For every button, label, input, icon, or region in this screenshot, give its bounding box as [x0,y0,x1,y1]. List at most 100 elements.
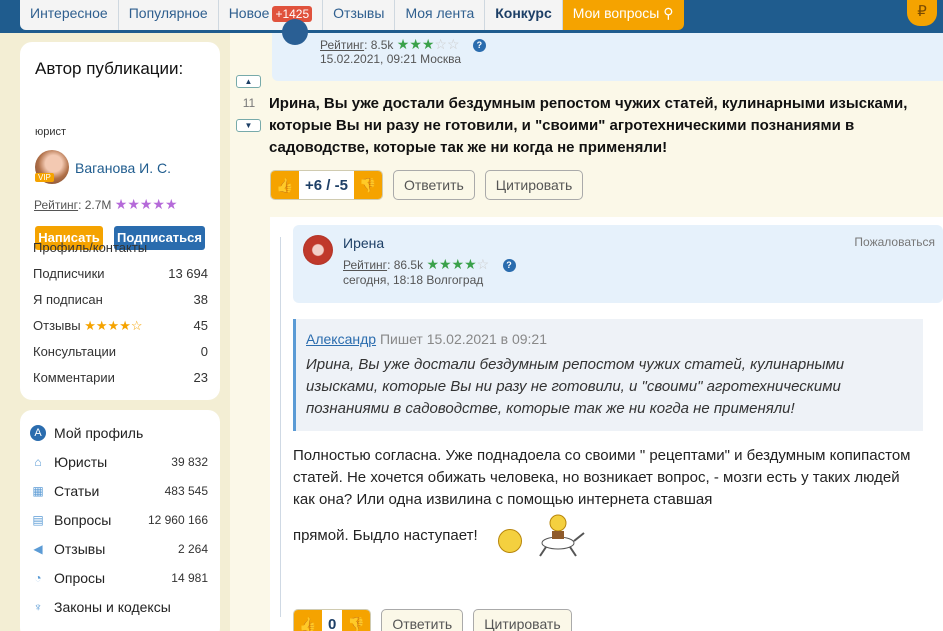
stat-value: 38 [193,292,208,307]
sidebar-item-reviews[interactable]: ◀ Отзывы 2 264 [30,538,208,560]
quote-button[interactable]: Цитировать [484,170,584,200]
horse-rider-emoticon-icon [539,514,585,557]
stat-value: 0 [200,344,208,359]
vote-down-arrow[interactable]: ▼ [236,119,261,132]
sidebar-item-label: Вопросы [54,512,112,528]
reply-button[interactable]: Ответить [381,609,464,631]
top-navigation-bar: Интересное Популярное Новое +1425 Отзывы … [0,0,943,33]
prev-rating: Рейтинг: 8.5k ★★★☆☆ ? [320,36,486,53]
avatar[interactable] [282,19,308,45]
author-rating: Рейтинг: 2.7M ★★★★★ [34,196,178,213]
sidebar-item-count: 14 981 [171,571,208,585]
sidebar-item-count: 39 832 [171,455,208,469]
author-card: Автор публикации: юрист VIP Ваганова И. … [20,42,220,400]
comments-area: Рейтинг: 8.5k ★★★☆☆ ? 15.02.2021, 09:21 … [230,19,943,631]
stat-value: 13 694 [168,266,208,281]
stat-subscribers[interactable]: Подписчики 13 694 [33,266,208,281]
stat-value: 23 [193,370,208,385]
tab-my-feed[interactable]: Моя лента [395,0,486,30]
sidebar-item-laws[interactable]: ♆ Законы и кодексы [30,596,208,618]
stat-comments[interactable]: Комментарии 23 [33,370,208,385]
help-icon[interactable]: ? [502,259,516,273]
prev-date-location: 15.02.2021, 09:21 Москва [320,52,462,66]
sidebar-item-label: Отзывы [54,541,106,557]
stat-label: Консультации [33,344,117,359]
tab-new-label: Новое [228,5,270,21]
rating-stars-empty: ☆ [476,256,490,272]
stat-label: Подписчики [33,266,105,281]
author-role: юрист [35,126,67,138]
questions-icon: ▤ [32,513,44,527]
stat-value: 45 [193,318,208,333]
sidebar-item-articles[interactable]: ▦ Статьи 483 545 [30,480,208,502]
lawyer-icon: ⌂ [34,455,42,469]
profile-icon: A [30,425,46,441]
quote-author-link[interactable]: Александр [306,331,376,347]
stat-reviews[interactable]: Отзывы ★★★★☆ 45 [33,318,208,334]
sidebar-item-polls[interactable]: ◔ Опросы 14 981 [30,567,208,589]
rating-stars: ★★★★★ [114,196,178,212]
reply-header: Ирена Пожаловаться Рейтинг: 86.5k ★★★★☆ … [293,225,943,303]
quote-meta: Пишет 15.02.2021 в 09:21 [376,331,548,347]
rating-link[interactable]: Рейтинг [34,198,78,212]
tab-my-questions-label: Мои вопросы [572,5,660,21]
tab-reviews[interactable]: Отзывы [323,0,396,30]
rating-link[interactable]: Рейтинг [343,258,387,272]
vip-badge: VIP [35,173,54,182]
coin-icon[interactable]: ₽ [907,0,937,26]
profile-contacts-link[interactable]: Профиль/контакты [33,240,208,255]
thumbs-down-icon[interactable]: 👎 [342,610,371,631]
reply-button[interactable]: Ответить [392,170,475,200]
rating-value: : 2.7M [78,198,112,212]
megaphone-icon: ◀ [33,542,43,556]
pie-chart-icon: ◔ [34,571,42,585]
help-icon[interactable]: ? [472,39,486,53]
rating-stars: ★★★★ [426,256,477,272]
eagle-icon: ♆ [33,600,43,614]
thumbs-up-icon[interactable]: 👍 [294,610,322,631]
sidebar-item-label: Законы и кодексы [54,599,171,615]
sidebar-item-label: Мой профиль [54,425,144,441]
comment-score: +6 / -5 [305,176,348,194]
stat-label: Я подписан [33,292,103,307]
smiley-emoticon-icon [498,529,522,553]
vote-box: 👍 +6 / -5 👎 [270,170,383,200]
sidebar-item-questions[interactable]: ▤ Вопросы 12 960 166 [30,509,208,531]
tab-popular[interactable]: Популярное [118,0,219,30]
complain-link[interactable]: Пожаловаться [854,235,935,249]
article-icon: ▦ [32,484,44,498]
tab-interesting[interactable]: Интересное [20,0,119,30]
stat-label: Отзывы ★★★★☆ [33,318,143,333]
reply-actions: 👍 0 👎 Ответить Цитировать [293,609,572,631]
thread-line [280,237,281,617]
vote-box: 👍 0 👎 [293,609,372,631]
sidebar-item-my-profile[interactable]: A Мой профиль [30,422,208,444]
sidebar-item-count: 12 960 166 [147,513,208,527]
author-card-title: Автор публикации: [35,59,184,78]
thumbs-down-icon[interactable]: 👎 [353,171,382,199]
comment-text: Ирина, Вы уже достали бездумным репостом… [269,95,908,156]
reply-rating: Рейтинг: 86.5k ★★★★☆ ? [343,256,516,273]
sidebar-item-lawyers[interactable]: ⌂ Юристы 39 832 [30,451,208,473]
search-icon: ⚲ [663,5,674,21]
tab-new[interactable]: Новое +1425 [218,0,324,30]
tab-contest[interactable]: Конкурс [485,0,563,30]
avatar[interactable] [303,235,333,265]
stat-consultations[interactable]: Консультации 0 [33,344,208,359]
stat-following[interactable]: Я подписан 38 [33,292,208,307]
reply-text-end: прямой. Быдло наступает! [293,527,478,544]
quote-header: Александр Пишет 15.02.2021 в 09:21 [306,331,547,347]
reply-date-location: сегодня, 18:18 Волгоград [343,273,484,287]
sidebar-item-label: Опросы [54,570,106,586]
tab-my-questions[interactable]: Мои вопросы ⚲ [562,0,684,30]
quote-button[interactable]: Цитировать [473,609,572,631]
sidebar-menu: A Мой профиль ⌂ Юристы 39 832 ▦ Статьи 483 54… [20,410,220,631]
rating-link[interactable]: Рейтинг [320,38,364,52]
nav-tabs: Интересное Популярное Новое +1425 Отзывы … [20,0,684,30]
author-name-link[interactable]: Ваганова И. С. [75,160,171,176]
thumbs-up-icon[interactable]: 👍 [271,171,299,199]
reply-author-name[interactable]: Ирена [343,235,384,251]
vote-up-arrow[interactable]: ▲ [236,75,261,88]
reply-text: Полностью согласна. Уже поднадоела со св… [293,447,911,508]
reply-comment: Ирена Пожаловаться Рейтинг: 86.5k ★★★★☆ … [270,217,943,631]
